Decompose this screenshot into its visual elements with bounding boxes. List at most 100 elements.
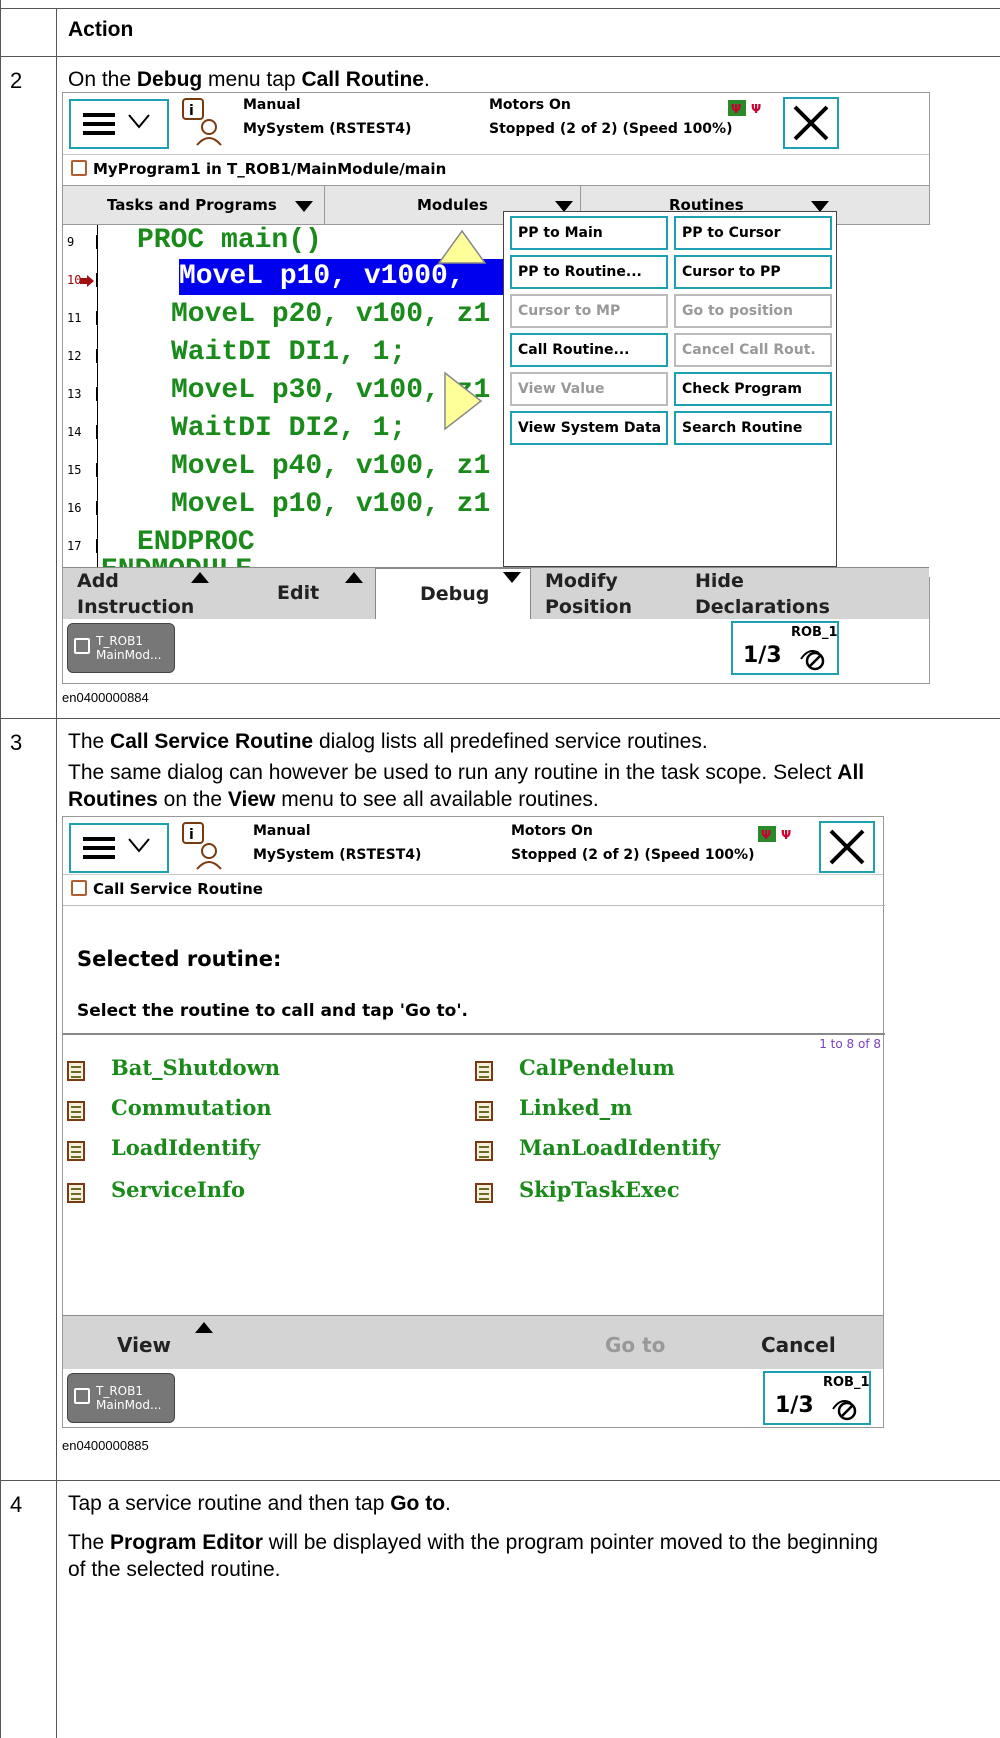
- taskbar: T_ROB1 MainMod... ROB_1 1/3: [63, 1369, 883, 1427]
- program-editor-icon: [74, 638, 90, 654]
- speed-icon: 1/3: [743, 643, 782, 668]
- selected-routine-label: Selected routine:: [77, 947, 282, 971]
- step-text: Tap a service routine and then tap Go to…: [68, 1492, 879, 1581]
- dropdown-arrow-icon: [295, 201, 313, 212]
- robot-status-icon: Ψ Ψ: [758, 826, 791, 842]
- close-button[interactable]: [819, 821, 875, 873]
- line-number: 12: [63, 349, 97, 363]
- step-text: The Call Service Routine dialog lists al…: [68, 730, 865, 811]
- chevron-down-icon: [128, 114, 150, 129]
- step-number: 4: [10, 1492, 23, 1517]
- line-number: 17: [63, 539, 97, 553]
- routine-icon: [67, 1141, 85, 1161]
- view-value-button: View Value: [510, 372, 668, 406]
- view-menu-button[interactable]: View: [117, 1334, 171, 1356]
- pp-to-cursor-button[interactable]: PP to Cursor: [674, 216, 832, 250]
- line-number: 15: [63, 463, 97, 477]
- close-icon: [793, 105, 829, 141]
- go-to-position-button: Go to position: [674, 294, 832, 328]
- call-routine-button[interactable]: Call Routine...: [510, 333, 668, 367]
- quickset-button[interactable]: ROB_1 1/3: [731, 621, 839, 675]
- routine-item[interactable]: SkipTaskExec: [519, 1177, 680, 1202]
- routine-icon: [67, 1061, 85, 1081]
- mode-label: Manual: [253, 823, 311, 839]
- incremental-off-icon: [832, 1400, 857, 1421]
- line-number: 14: [63, 425, 97, 439]
- routine-icon: [475, 1101, 493, 1121]
- task-button-main-module[interactable]: T_ROB1 MainMod...: [67, 623, 175, 673]
- step-text: On the Debug menu tap Call Routine.: [68, 68, 430, 91]
- routine-icon: [67, 1101, 85, 1121]
- add-instruction-button[interactable]: Add Instruction: [77, 570, 194, 618]
- program-editor-icon: [71, 160, 87, 176]
- line-number: 16: [63, 501, 97, 515]
- mode-label: Manual: [243, 97, 301, 113]
- menu-down-arrow-icon: [503, 572, 521, 583]
- code-line[interactable]: MoveL p10, v100, z1: [171, 489, 490, 520]
- routine-item[interactable]: CalPendelum: [519, 1055, 675, 1080]
- program-pointer-icon: [80, 275, 94, 287]
- task-button-main-module[interactable]: T_ROB1 MainMod...: [67, 1373, 175, 1423]
- tab-tasks-and-programs[interactable]: Tasks and Programs: [63, 186, 325, 224]
- system-label: MySystem (RSTEST4): [243, 121, 412, 137]
- code-line[interactable]: MoveL p40, v100, z1: [171, 451, 490, 482]
- motors-label: Motors On: [489, 97, 571, 113]
- cancel-button[interactable]: Cancel: [761, 1334, 836, 1356]
- flexpendant-screen-call-service-routine: i Manual MySystem (RSTEST4) Motors On St…: [62, 816, 885, 1428]
- run-state-label: Stopped (2 of 2) (Speed 100%): [511, 847, 755, 863]
- view-system-data-button[interactable]: View System Data: [510, 411, 668, 445]
- routine-item[interactable]: LoadIdentify: [111, 1135, 260, 1160]
- window-title: MyProgram1 in T_ROB1/MainModule/main: [63, 155, 663, 183]
- code-line[interactable]: WaitDI DI1, 1;: [171, 337, 406, 368]
- routine-icon: [475, 1141, 493, 1161]
- routine-icon: [475, 1183, 493, 1203]
- status-bar: i Manual MySystem (RSTEST4) Motors On St…: [63, 817, 883, 875]
- step-number: 3: [10, 730, 23, 755]
- list-count: 1 to 8 of 8: [819, 1037, 881, 1051]
- debug-menu: PP to Main PP to Cursor PP to Routine...…: [503, 211, 837, 567]
- code-line[interactable]: WaitDI DI2, 1;: [171, 413, 406, 444]
- speed-icon: 1/3: [775, 1393, 814, 1418]
- code-line[interactable]: ENDPROC: [137, 527, 255, 558]
- code-line-selected[interactable]: MoveL p10, v1000,: [179, 261, 465, 292]
- close-button[interactable]: [783, 97, 839, 149]
- callout-arrow-right-icon: [444, 371, 483, 431]
- motors-label: Motors On: [511, 823, 593, 839]
- menu-up-arrow-icon: [191, 572, 209, 583]
- hamburger-icon: [83, 113, 115, 135]
- step-number: 2: [10, 68, 23, 93]
- routine-item[interactable]: Commutation: [111, 1095, 272, 1120]
- modify-position-button[interactable]: Modify Position: [545, 570, 632, 618]
- cursor-to-pp-button[interactable]: Cursor to PP: [674, 255, 832, 289]
- instruction-text: Select the routine to call and tap 'Go t…: [77, 1001, 469, 1021]
- hide-declarations-button[interactable]: Hide Declarations: [695, 570, 830, 618]
- operator-info-icon[interactable]: i: [181, 97, 225, 147]
- pp-to-routine-button[interactable]: PP to Routine...: [510, 255, 668, 289]
- routine-item[interactable]: ServiceInfo: [111, 1177, 245, 1202]
- quickset-button[interactable]: ROB_1 1/3: [763, 1371, 871, 1425]
- edit-button[interactable]: Edit: [277, 582, 319, 604]
- go-to-button: Go to: [605, 1333, 666, 1357]
- svg-text:i: i: [189, 103, 194, 119]
- figure-caption: en0400000884: [62, 690, 149, 705]
- svg-text:Ψ: Ψ: [761, 828, 771, 842]
- routine-icon: [67, 1183, 85, 1203]
- routine-item[interactable]: Linked_m: [519, 1095, 632, 1120]
- incremental-off-icon: [800, 650, 825, 671]
- search-routine-button[interactable]: Search Routine: [674, 411, 832, 445]
- abb-menu-button[interactable]: [69, 99, 169, 149]
- routine-item[interactable]: ManLoadIdentify: [519, 1135, 720, 1160]
- svg-text:Ψ: Ψ: [751, 102, 761, 116]
- line-number: 11: [63, 311, 97, 325]
- abb-menu-button[interactable]: [69, 823, 169, 873]
- window-title: Call Service Routine: [63, 875, 663, 903]
- system-label: MySystem (RSTEST4): [253, 847, 422, 863]
- code-line[interactable]: MoveL p20, v100, z1: [171, 299, 490, 330]
- line-number: 13: [63, 387, 97, 401]
- service-routine-icon: [71, 880, 87, 896]
- pp-to-main-button[interactable]: PP to Main: [510, 216, 668, 250]
- code-line[interactable]: PROC main(): [137, 225, 322, 256]
- check-program-button[interactable]: Check Program: [674, 372, 832, 406]
- operator-info-icon[interactable]: i: [181, 821, 225, 871]
- routine-item[interactable]: Bat_Shutdown: [111, 1055, 280, 1080]
